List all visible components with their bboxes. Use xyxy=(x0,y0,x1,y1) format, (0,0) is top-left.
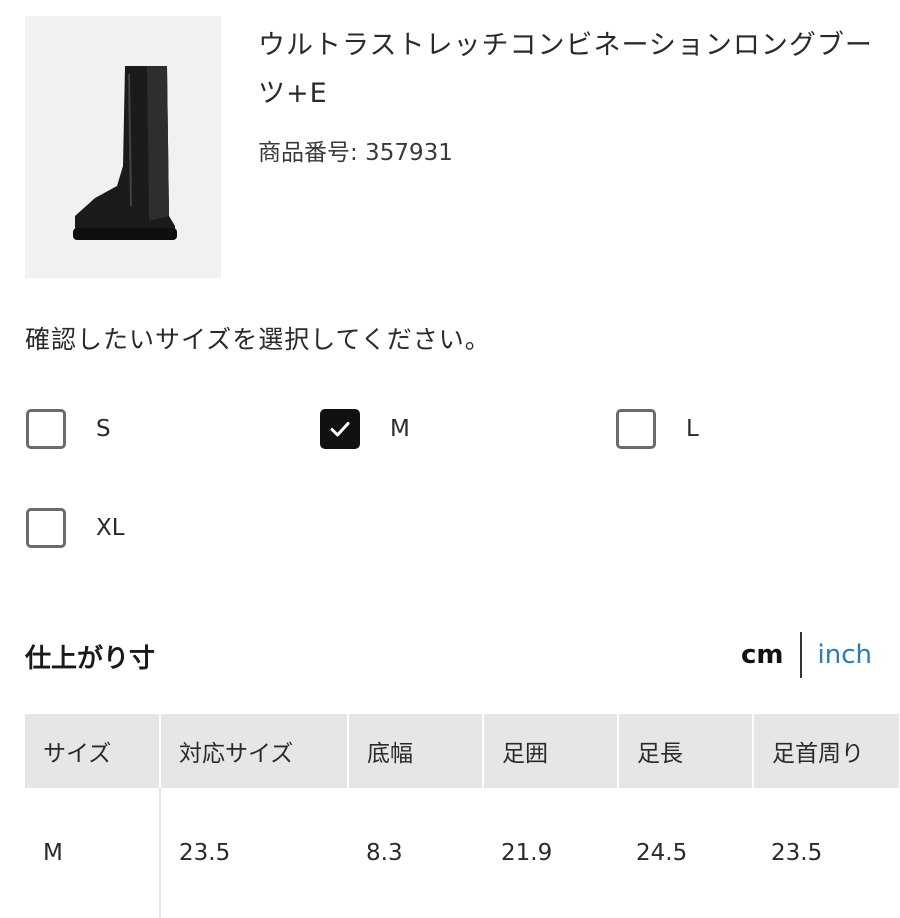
product-name: ウルトラストレッチコンビネーションロングブーツ+E xyxy=(258,30,873,109)
size-checkbox-xl[interactable] xyxy=(26,508,66,548)
table-header-row: サイズ 対応サイズ 底幅 足囲 足長 足首周り xyxy=(25,714,900,788)
product-image[interactable] xyxy=(25,16,221,278)
size-label-s: S xyxy=(96,416,111,442)
size-option-s[interactable]: S xyxy=(26,409,111,449)
unit-toggle: cm inch xyxy=(741,632,872,678)
size-prompt: 確認したいサイズを選択してください。 xyxy=(25,325,491,354)
boot-icon xyxy=(73,66,177,240)
size-label-xl: XL xyxy=(96,515,125,541)
header-foot-girth: 足囲 xyxy=(483,714,619,788)
cell-equivalent-size: 23.5 xyxy=(179,840,231,866)
size-label-m: M xyxy=(390,416,410,442)
size-option-l[interactable]: L xyxy=(616,409,699,449)
size-label-l: L xyxy=(686,416,699,442)
header-foot-length: 足長 xyxy=(618,714,754,788)
unit-cm-button[interactable]: cm xyxy=(741,640,800,670)
size-table: サイズ 対応サイズ 底幅 足囲 足長 足首周り M 23.5 8.3 21.9 … xyxy=(25,714,900,918)
header-ankle-circumference: 足首周り xyxy=(753,714,900,788)
check-icon xyxy=(330,422,350,437)
measurements-title: 仕上がり寸 xyxy=(25,644,156,674)
product-number: 商品番号: 357931 xyxy=(258,140,453,166)
cell-sole-width: 8.3 xyxy=(366,840,403,866)
header-equivalent-size: 対応サイズ xyxy=(160,714,349,788)
size-option-m[interactable]: M xyxy=(320,409,410,449)
header-sole-width: 底幅 xyxy=(348,714,484,788)
cell-size: M xyxy=(25,788,161,918)
header-size: サイズ xyxy=(25,714,161,788)
size-checkbox-m[interactable] xyxy=(320,409,360,449)
table-row: M 23.5 8.3 21.9 24.5 23.5 xyxy=(25,788,900,918)
cell-ankle-circumference: 23.5 xyxy=(771,840,823,866)
size-checkbox-l[interactable] xyxy=(616,409,656,449)
size-option-xl[interactable]: XL xyxy=(26,508,125,548)
cell-foot-girth: 21.9 xyxy=(501,840,553,866)
unit-inch-link[interactable]: inch xyxy=(802,640,872,670)
size-checkbox-s[interactable] xyxy=(26,409,66,449)
cell-foot-length: 24.5 xyxy=(636,840,688,866)
